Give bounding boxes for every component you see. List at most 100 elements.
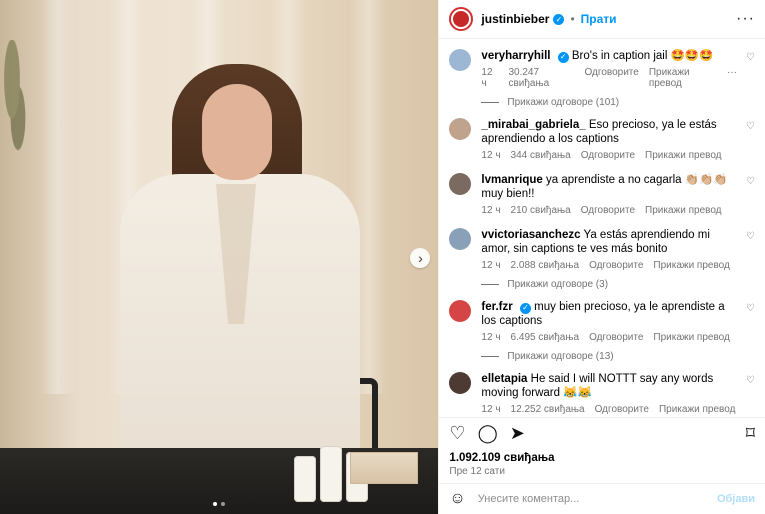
- header-separator: •: [570, 12, 575, 26]
- comment-text-block: elletapia He said I will NOTTT say any w…: [481, 372, 737, 400]
- translate-button[interactable]: Прикажи превод: [649, 67, 717, 89]
- commenter-username[interactable]: lvmanrique: [481, 174, 542, 186]
- posted-time: Пре 12 сати: [449, 466, 505, 477]
- comment-time: 12 ч: [481, 404, 501, 415]
- comment-text-block: _mirabai_gabriela_ Eso precioso, ya le e…: [481, 118, 737, 146]
- like-comment-heart-icon[interactable]: ♡: [746, 176, 755, 187]
- comment-meta: 12 ч 210 свиђања Одговорите Прикажи прев…: [481, 205, 737, 216]
- comment: lvmanrique ya aprendiste a no cagarla 👏🏼…: [449, 173, 755, 216]
- like-comment-heart-icon[interactable]: ♡: [746, 303, 755, 314]
- comment-meta: 12 ч 2.088 свиђања Одговорите Прикажи пр…: [481, 260, 737, 271]
- comment-text-block: vvictoriasanchezc Ya estás aprendiendo m…: [481, 228, 737, 256]
- more-options-icon[interactable]: ···: [736, 10, 755, 28]
- like-comment-heart-icon[interactable]: ♡: [746, 52, 755, 63]
- view-replies[interactable]: Прикажи одговоре (13): [481, 351, 755, 362]
- instagram-post-modal: › justinbieber ✓ • Прати ··· veryharryhi…: [0, 0, 765, 514]
- comment: fer.fzr ✓ muy bien precioso, ya le apren…: [449, 300, 755, 343]
- comment-text-block: veryharryhill ✓ Bro's in caption jail 🤩🤩…: [481, 49, 737, 63]
- reply-button[interactable]: Одговорите: [595, 404, 649, 415]
- product-box: [350, 452, 419, 484]
- reply-button[interactable]: Одговорите: [589, 332, 643, 343]
- comment-time: 12 ч: [481, 205, 501, 216]
- commenter-avatar[interactable]: [449, 49, 472, 71]
- reply-button[interactable]: Одговорите: [585, 67, 639, 89]
- post-comment-button[interactable]: Објави: [717, 493, 755, 505]
- commenter-avatar[interactable]: [449, 300, 472, 322]
- comment-meta: 12 ч 30.247 свиђања Одговорите Прикажи п…: [481, 67, 737, 89]
- commenter-username[interactable]: elletapia: [481, 373, 527, 385]
- share-icon[interactable]: ➤: [510, 424, 525, 442]
- verified-icon: ✓: [519, 302, 531, 314]
- likes-count[interactable]: 1.092.109 свиђања: [439, 448, 765, 464]
- comment: elletapia He said I will NOTTT say any w…: [449, 372, 755, 415]
- view-replies-label[interactable]: Прикажи одговоре (13): [507, 351, 613, 362]
- comment-time: 12 ч: [481, 332, 501, 343]
- emoji-icon[interactable]: ☺: [449, 490, 465, 508]
- comment-input[interactable]: [475, 492, 717, 506]
- reply-button[interactable]: Одговорите: [581, 205, 635, 216]
- commenter-avatar[interactable]: [449, 118, 472, 140]
- author-avatar[interactable]: [449, 7, 474, 31]
- commenter-avatar[interactable]: [449, 228, 472, 250]
- replies-line: [481, 356, 500, 357]
- comment-text: Bro's in caption jail 🤩🤩🤩: [571, 50, 714, 62]
- author-username[interactable]: justinbieber: [481, 12, 549, 26]
- plant: [0, 40, 30, 170]
- model-figure: [120, 54, 360, 474]
- commenter-avatar[interactable]: [449, 372, 472, 394]
- replies-line: [481, 284, 500, 285]
- translate-button[interactable]: Прикажи превод: [645, 205, 721, 216]
- comment-likes[interactable]: 12.252 свиђања: [511, 404, 585, 415]
- like-comment-heart-icon[interactable]: ♡: [746, 375, 755, 386]
- like-comment-heart-icon[interactable]: ♡: [746, 231, 755, 242]
- comment-meta: 12 ч 12.252 свиђања Одговорите Прикажи п…: [481, 404, 737, 415]
- carousel-dot-active: [213, 502, 218, 506]
- comment-likes[interactable]: 210 свиђања: [511, 205, 571, 216]
- comment-meta: 12 ч 344 свиђања Одговорите Прикажи прев…: [481, 150, 737, 161]
- comment-icon[interactable]: ◯: [478, 424, 498, 442]
- chevron-right-icon: ›: [418, 250, 423, 266]
- commenter-username[interactable]: veryharryhill: [481, 50, 550, 62]
- view-replies-label[interactable]: Прикажи одговоре (101): [507, 97, 619, 108]
- like-comment-heart-icon[interactable]: ♡: [746, 121, 755, 132]
- comment-text-block: lvmanrique ya aprendiste a no cagarla 👏🏼…: [481, 173, 737, 201]
- carousel-dots: [213, 502, 226, 506]
- translate-button[interactable]: Прикажи превод: [653, 332, 729, 343]
- commenter-username[interactable]: _mirabai_gabriela_: [481, 119, 585, 131]
- comments-list[interactable]: veryharryhill ✓ Bro's in caption jail 🤩🤩…: [439, 39, 765, 417]
- comment-more-icon[interactable]: ···: [727, 67, 737, 89]
- comment-likes[interactable]: 6.495 свиђања: [511, 332, 580, 343]
- bottle: [320, 446, 342, 502]
- comment-meta: 12 ч 6.495 свиђања Одговорите Прикажи пр…: [481, 332, 737, 343]
- post-header: justinbieber ✓ • Прати ···: [439, 0, 765, 39]
- post-actions: ♡ ◯ ➤ ⌑: [439, 417, 765, 448]
- post-details-panel: justinbieber ✓ • Прати ··· veryharryhill…: [438, 0, 765, 514]
- translate-button[interactable]: Прикажи превод: [653, 260, 729, 271]
- commenter-username[interactable]: fer.fzr: [481, 301, 512, 313]
- heart-icon[interactable]: ♡: [449, 424, 465, 442]
- view-replies[interactable]: Прикажи одговоре (101): [481, 97, 755, 108]
- comment-likes[interactable]: 2.088 свиђања: [511, 260, 580, 271]
- verified-icon: ✓: [553, 13, 565, 25]
- reply-button[interactable]: Одговорите: [581, 150, 635, 161]
- post-image[interactable]: ›: [0, 0, 439, 514]
- next-image-button[interactable]: ›: [410, 248, 431, 268]
- bookmark-icon[interactable]: ⌑: [746, 424, 755, 442]
- model-face: [202, 84, 272, 180]
- comment: veryharryhill ✓ Bro's in caption jail 🤩🤩…: [449, 49, 755, 89]
- follow-button[interactable]: Прати: [581, 12, 617, 26]
- comment-likes[interactable]: 30.247 свиђања: [508, 67, 574, 89]
- comment-likes[interactable]: 344 свиђања: [511, 150, 571, 161]
- translate-button[interactable]: Прикажи превод: [659, 404, 735, 415]
- comment-text-block: fer.fzr ✓ muy bien precioso, ya le apren…: [481, 300, 737, 328]
- add-comment-bar: ☺ Објави: [439, 483, 765, 514]
- view-replies[interactable]: Прикажи одговоре (3): [481, 279, 755, 290]
- view-replies-label[interactable]: Прикажи одговоре (3): [507, 279, 608, 290]
- comment-time: 12 ч: [481, 260, 501, 271]
- verified-icon: ✓: [557, 51, 569, 63]
- commenter-avatar[interactable]: [449, 173, 472, 195]
- comment: vvictoriasanchezc Ya estás aprendiendo m…: [449, 228, 755, 271]
- translate-button[interactable]: Прикажи превод: [645, 150, 721, 161]
- commenter-username[interactable]: vvictoriasanchezc: [481, 229, 580, 241]
- reply-button[interactable]: Одговорите: [589, 260, 643, 271]
